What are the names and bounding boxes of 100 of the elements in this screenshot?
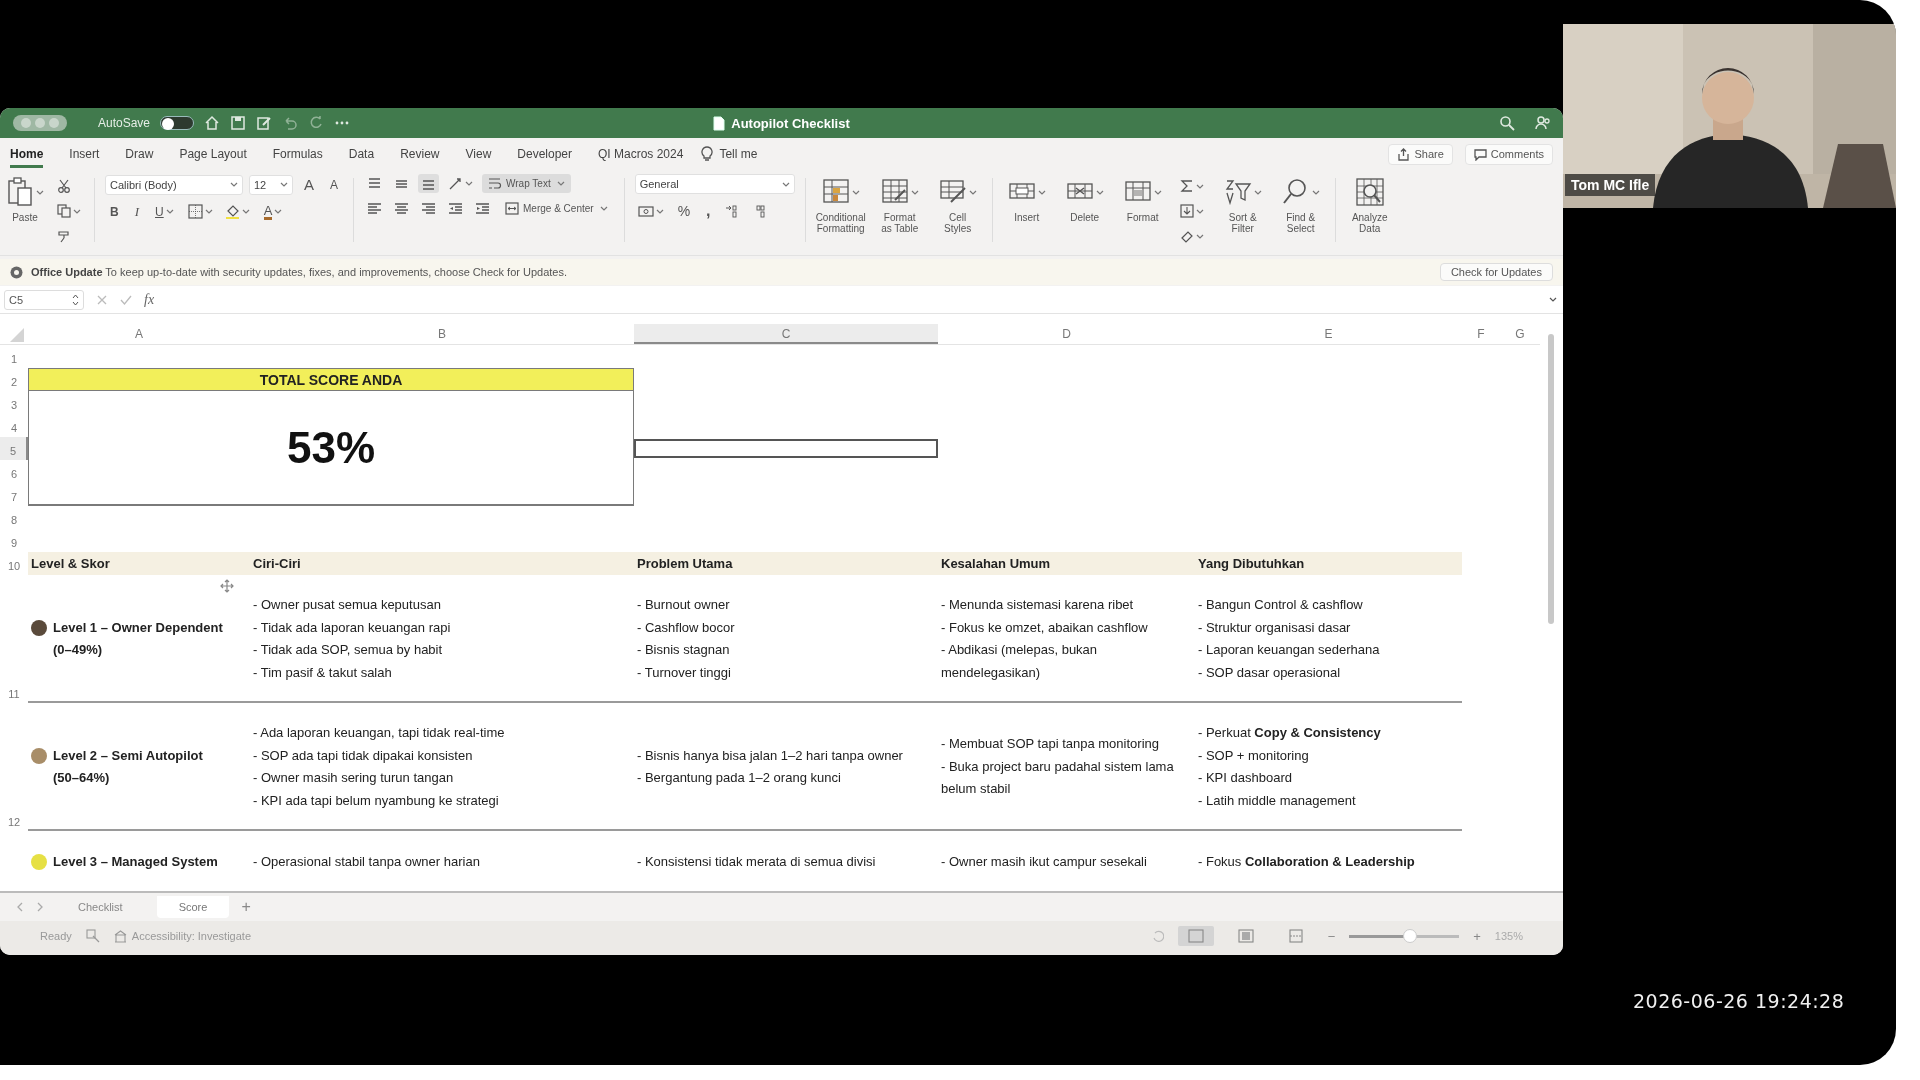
table-cell-text: - Burnout owner - Cashflow bocor - Bisnis stagnan - Turnover tinggi (636, 596, 736, 682)
decrease-font-button[interactable]: A (325, 175, 344, 194)
row-header[interactable]: 7 (0, 483, 28, 506)
column-header[interactable]: G (1500, 324, 1540, 344)
indent-icon (475, 202, 491, 215)
function-button[interactable]: fx (144, 291, 155, 308)
analyze-data-button[interactable]: Analyze Data (1345, 174, 1394, 234)
increase-font-button[interactable]: A (299, 174, 319, 195)
search-icon[interactable] (1499, 115, 1515, 131)
percent-button[interactable]: % (672, 201, 696, 221)
caret-icon (851, 188, 860, 196)
find-select-button[interactable]: Find & Select (1276, 174, 1325, 234)
save-icon[interactable] (230, 115, 247, 131)
insert-button[interactable]: Insert (1002, 174, 1051, 223)
row-header[interactable]: 4 (0, 414, 28, 437)
column-header[interactable]: F (1462, 324, 1500, 344)
window-controls-icon[interactable] (12, 114, 68, 132)
format-button[interactable]: Format (1118, 174, 1167, 223)
ribbon-tab[interactable]: Insert (69, 140, 100, 168)
table-cell-text: - Fokus Collaboration & Leadership (1197, 853, 1416, 872)
merge-center-button[interactable]: Merge & Center (499, 199, 614, 218)
underline-button[interactable]: U (150, 202, 179, 221)
redo-icon[interactable] (308, 115, 325, 131)
paste-button[interactable]: Paste (6, 174, 44, 223)
column-heading: Level & Skor (30, 555, 111, 573)
comment-icon (1473, 147, 1487, 161)
conditional-formatting-button[interactable]: Conditional Formatting (815, 174, 866, 234)
row-header[interactable]: 8 (0, 506, 28, 529)
check-icon[interactable] (120, 293, 132, 306)
share-people-icon[interactable] (1535, 115, 1551, 131)
caret-icon (465, 180, 474, 187)
tell-me-button[interactable]: Tell me (701, 146, 758, 162)
row-header[interactable]: 3 (0, 391, 28, 414)
page-break-icon (1287, 929, 1304, 943)
ribbon-tab[interactable]: Home (10, 140, 44, 168)
cell-styles-button[interactable]: Cell Styles (933, 174, 982, 234)
wrap-text-button[interactable]: Wrap Text (482, 174, 571, 193)
paint-bucket-icon (224, 204, 240, 219)
ribbon-tab[interactable]: Developer (517, 140, 572, 168)
align-bottom-button[interactable] (418, 174, 440, 193)
bold-button[interactable]: B (105, 202, 124, 221)
next-sheet-icon[interactable] (36, 902, 44, 912)
comments-button[interactable]: Comments (1464, 143, 1553, 165)
cancel-icon[interactable] (96, 293, 108, 306)
ribbon-tab[interactable]: Data (348, 140, 375, 168)
row-header[interactable]: 1 (0, 345, 28, 368)
ribbon-tab[interactable]: Draw (125, 140, 154, 168)
share-icon (1397, 147, 1411, 161)
ribbon-tab[interactable]: Formulas (272, 140, 323, 168)
normal-view-button[interactable] (1177, 926, 1214, 946)
font-color-button[interactable]: A (258, 201, 288, 222)
row-header[interactable]: 5 (0, 437, 28, 460)
share-button[interactable]: Share (1388, 143, 1453, 165)
caret-icon (910, 188, 919, 196)
sort-filter-button[interactable]: Sort & Filter (1218, 174, 1267, 234)
macro-record-icon[interactable] (85, 929, 100, 943)
caret-icon (556, 180, 565, 187)
edit-icon[interactable] (256, 115, 273, 131)
caret-icon (36, 188, 44, 196)
eraser-icon (1179, 229, 1194, 243)
column-heading: Problem Utama (636, 555, 734, 573)
check-updates-button[interactable]: Check for Updates (1439, 263, 1553, 281)
name-box[interactable]: C5 (4, 289, 84, 310)
comma-button[interactable]: , (701, 200, 716, 222)
align-bottom-icon (421, 177, 437, 190)
slider-thumb[interactable] (1402, 929, 1417, 943)
ribbon-tab[interactable]: QI Macros 2024 (598, 140, 684, 168)
row-header[interactable]: 12 (0, 703, 28, 831)
row-header[interactable]: 2 (0, 368, 28, 391)
sheet-tab[interactable]: Score (156, 896, 230, 918)
window-title: Autopilot Checklist (731, 115, 850, 131)
format-as-table-button[interactable]: Format as Table (875, 174, 924, 234)
column-header[interactable]: D (938, 324, 1195, 344)
italic-button[interactable]: I (129, 201, 144, 222)
row-header[interactable]: 9 (0, 529, 28, 552)
column-header[interactable]: B (250, 324, 634, 344)
row-header[interactable]: 10 (0, 552, 28, 575)
autosave-toggle[interactable] (160, 116, 195, 130)
undo-icon[interactable] (282, 115, 299, 131)
accessibility-icon (113, 929, 127, 943)
ribbon-tab[interactable]: Review (400, 140, 440, 168)
font-size-dropdown[interactable]: 12 (249, 174, 293, 195)
number-format-dropdown[interactable]: General (634, 174, 795, 194)
row-header[interactable]: 11 (0, 575, 28, 703)
clipboard-icon (6, 177, 34, 207)
align-left-icon (367, 202, 383, 215)
home-icon[interactable] (204, 115, 221, 131)
ribbon-tab[interactable]: View (465, 140, 492, 168)
column-header[interactable]: E (1195, 324, 1462, 344)
caret-icon (1311, 188, 1320, 196)
ribbon-tab[interactable]: Page Layout (179, 140, 247, 168)
expand-caret-icon[interactable] (1549, 296, 1557, 303)
previous-sheet-icon[interactable] (16, 902, 24, 912)
conditional-formatting-icon (821, 178, 850, 206)
row-header[interactable]: 6 (0, 460, 28, 483)
delete-button[interactable]: Delete (1060, 174, 1109, 223)
column-header[interactable]: A (28, 324, 250, 344)
column-header[interactable]: C (634, 324, 938, 344)
font-name-dropdown[interactable]: Calibri (Body) (105, 174, 243, 195)
undo-small-icon (1151, 930, 1164, 942)
